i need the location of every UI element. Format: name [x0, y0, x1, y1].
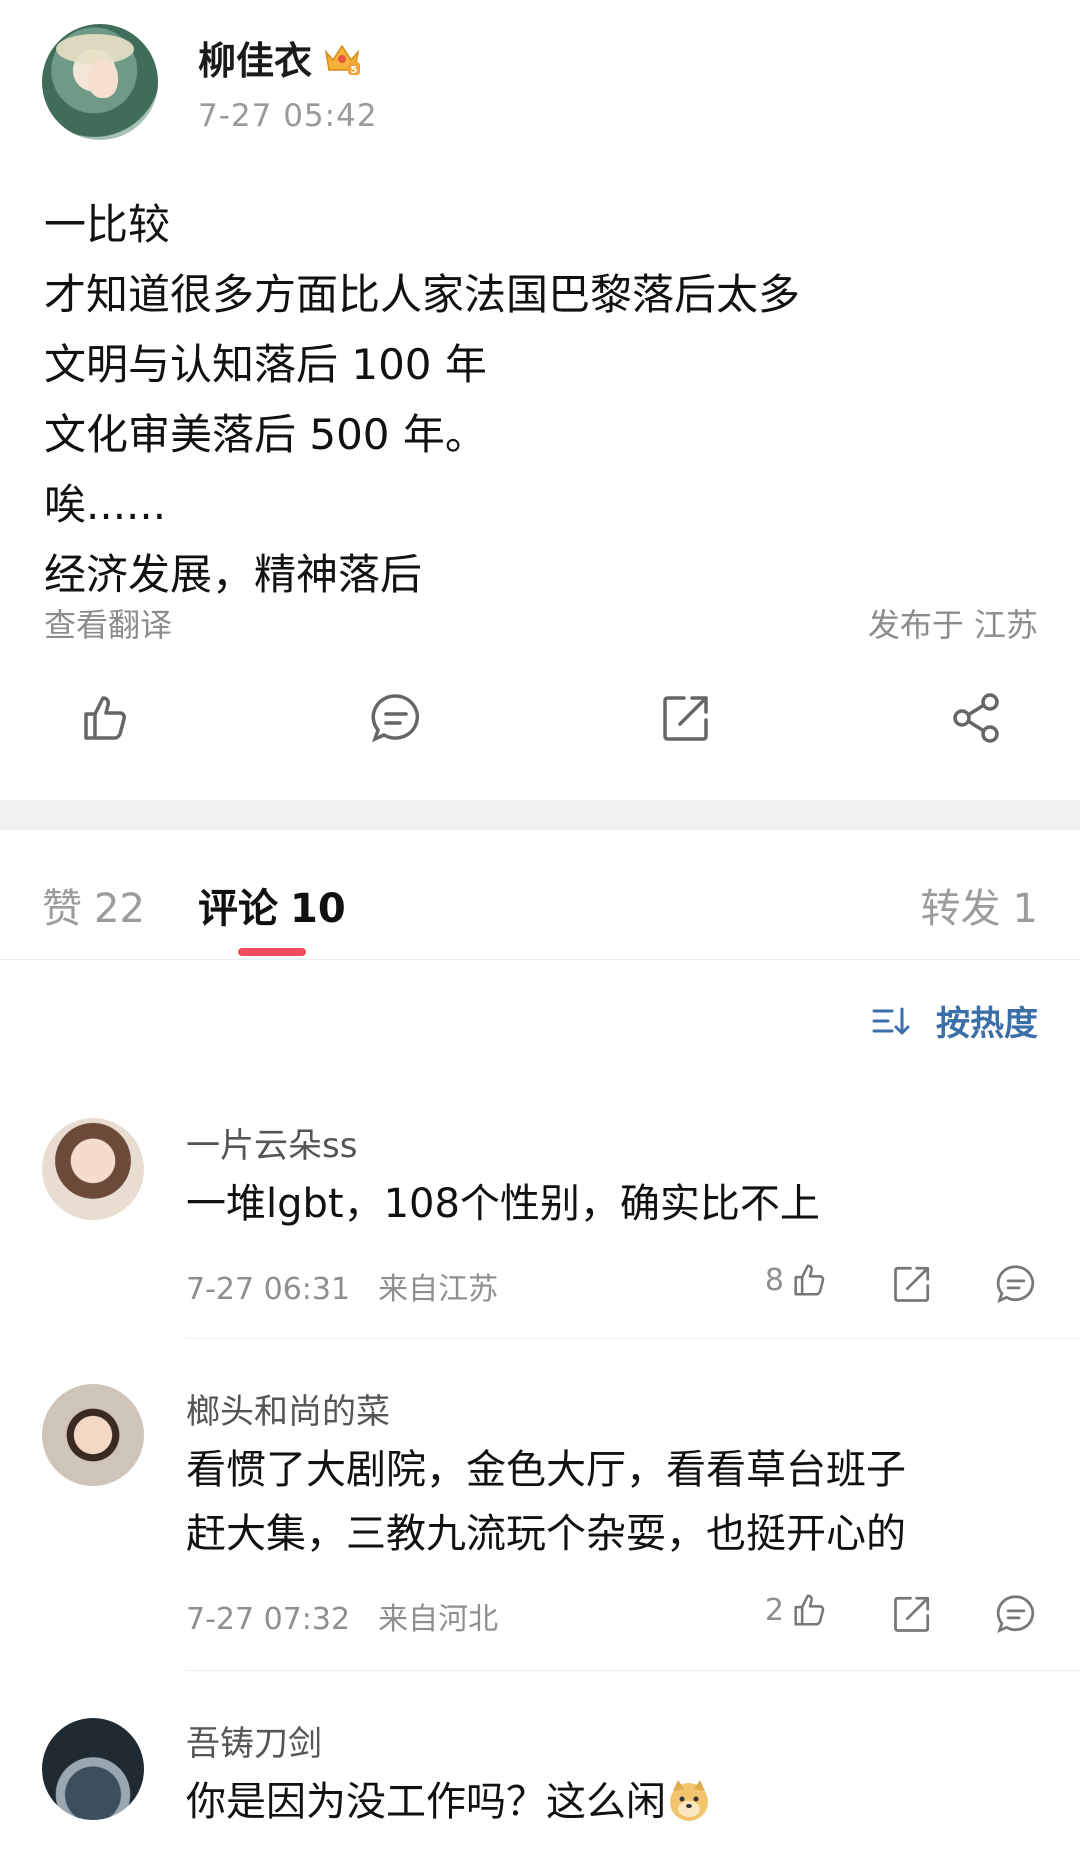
comment-item: 榔头和尚的菜 看惯了大剧院，金色大厅，看看草台班子 赶大集，三教九流玩个杂耍，也… [0, 1376, 1080, 1676]
comment-like-count: 2 [764, 1592, 784, 1628]
post-line: 文化审美落后 500 年。 [44, 410, 487, 459]
comment-item: 一片云朵ss 一堆lgbt，108个性别，确实比不上 7-27 06:31 来自江… [0, 1110, 1080, 1340]
post-line: 才知道很多方面比人家法国巴黎落后太多 [44, 270, 801, 319]
thumbs-up-icon [794, 1264, 825, 1296]
post-line: 一比较 [44, 200, 171, 249]
post-location: 发布于 江苏 [867, 606, 1038, 644]
svg-text:5: 5 [351, 65, 358, 76]
crown-badge-icon: 5 [322, 40, 362, 76]
repost-icon[interactable] [890, 1592, 934, 1636]
tab-comments-count: 10 [290, 886, 346, 932]
comment-time: 7-27 07:32 [186, 1602, 351, 1637]
post-line: 文明与认知落后 100 年 [44, 340, 487, 389]
comment-text-content: 你是因为没工作吗？这么闲 [186, 1779, 666, 1825]
share-icon[interactable] [948, 690, 1004, 746]
comment-meta: 7-27 07:32 来自河北 [186, 1594, 498, 1638]
commenter-name[interactable]: 榔头和尚的菜 [186, 1384, 390, 1433]
post-time: 7-27 05:42 [198, 98, 378, 134]
post-line: 唉...... [44, 480, 167, 529]
tab-likes-label: 赞 [42, 886, 82, 932]
comment-divider [186, 1338, 1080, 1339]
author-name-text[interactable]: 柳佳衣 [198, 30, 312, 85]
author-avatar[interactable] [42, 24, 158, 140]
tab-likes-count: 22 [94, 886, 145, 932]
reply-icon[interactable] [994, 1592, 1038, 1636]
post-card: 柳佳衣 5 7-27 05:42 一比较 才知道很多方面比人家法国巴黎落后太多 … [0, 0, 1080, 800]
view-translation-link[interactable]: 查看翻译 [44, 600, 172, 646]
sort-label: 按热度 [936, 1004, 1038, 1044]
thumbs-up-icon[interactable] [78, 690, 134, 746]
tab-comments-label: 评论 [198, 886, 278, 932]
section-divider [0, 800, 1080, 830]
thumbs-up-icon [794, 1594, 825, 1626]
comment-text: 你是因为没工作吗？这么闲 [186, 1770, 1046, 1834]
tab-likes[interactable]: 赞 22 [42, 876, 145, 934]
commenter-avatar[interactable] [42, 1718, 144, 1820]
comment-time: 7-27 06:31 [186, 1272, 351, 1307]
tab-reposts[interactable]: 转发 1 [921, 876, 1038, 934]
commenter-name[interactable]: 吾铸刀剑 [186, 1716, 322, 1765]
comment-text: 看惯了大剧院，金色大厅，看看草台班子 赶大集，三教九流玩个杂耍，也挺开心的 [186, 1438, 1046, 1566]
comment-like-button[interactable]: 2 [765, 1590, 830, 1630]
comment-location: 来自江苏 [378, 1272, 499, 1307]
comment-divider [186, 1670, 1080, 1671]
comment-like-count: 8 [764, 1262, 784, 1298]
commenter-avatar[interactable] [42, 1384, 144, 1486]
tab-reposts-label: 转发 [920, 886, 1001, 932]
comment-text: 一堆lgbt，108个性别，确实比不上 [186, 1181, 820, 1227]
interaction-tabs: 赞 22 评论 10 转发 1 [0, 830, 1080, 960]
comment-meta: 7-27 06:31 来自江苏 [186, 1264, 498, 1308]
comment-text-line: 赶大集，三教九流玩个杂耍，也挺开心的 [186, 1511, 906, 1557]
commenter-avatar[interactable] [42, 1118, 144, 1220]
comment-like-button[interactable]: 8 [765, 1260, 830, 1300]
reply-icon[interactable] [994, 1262, 1038, 1306]
tab-reposts-count: 1 [1012, 886, 1038, 932]
commenter-name[interactable]: 一片云朵ss [186, 1118, 357, 1167]
comment-location: 来自河北 [378, 1602, 499, 1637]
sort-control[interactable]: 按热度 [870, 996, 1038, 1045]
author-name[interactable]: 柳佳衣 5 [198, 30, 362, 85]
post-content: 一比较 才知道很多方面比人家法国巴黎落后太多 文明与认知落后 100 年 文化审… [44, 190, 1044, 610]
active-tab-indicator [238, 948, 306, 956]
comment-icon[interactable] [368, 690, 424, 746]
comment-text-line: 看惯了大剧院，金色大厅，看看草台班子 [186, 1447, 906, 1493]
sort-icon [872, 1007, 910, 1034]
doge-icon [666, 1777, 712, 1823]
post-actions [0, 690, 1080, 760]
repost-icon[interactable] [658, 690, 714, 746]
comment-item: 吾铸刀剑 你是因为没工作吗？这么闲 [0, 1712, 1080, 1854]
tab-comments[interactable]: 评论 10 [198, 876, 346, 934]
repost-icon[interactable] [890, 1262, 934, 1306]
